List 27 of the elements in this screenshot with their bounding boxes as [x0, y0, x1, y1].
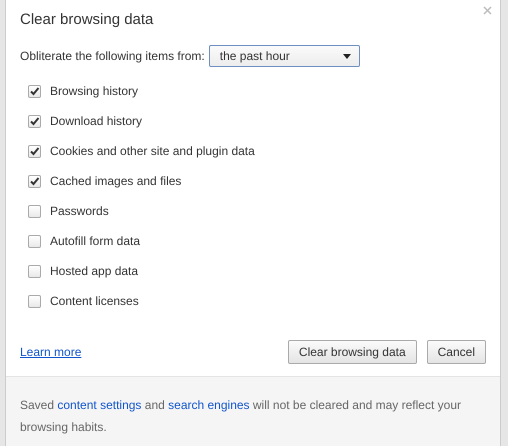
- checkbox[interactable]: [28, 234, 41, 248]
- checkbox[interactable]: [28, 204, 41, 218]
- footer-note: Saved content settings and search engines will not be cleared and may reflect your browsing habits.: [20, 397, 462, 436]
- checkbox-label: Autofill form data: [50, 234, 140, 248]
- close-icon[interactable]: [483, 6, 492, 15]
- checkbox-label: Hosted app data: [50, 264, 138, 278]
- checkbox-label: Browsing history: [50, 84, 138, 98]
- learn-more-link[interactable]: Learn more: [20, 345, 82, 359]
- time-range-dropdown[interactable]: the past hour: [208, 45, 360, 67]
- checkbox[interactable]: [28, 84, 41, 98]
- cancel-button[interactable]: Cancel: [426, 340, 486, 364]
- checkbox-label: Content licenses: [50, 294, 139, 308]
- checkbox-label: Cookies and other site and plugin data: [50, 144, 255, 158]
- dialog-title: Clear browsing data: [20, 11, 154, 28]
- checkbox[interactable]: [28, 294, 41, 308]
- checkbox[interactable]: [28, 174, 41, 188]
- checkbox-label: Passwords: [50, 204, 109, 218]
- checkbox[interactable]: [28, 144, 41, 158]
- checkbox[interactable]: [28, 264, 41, 278]
- settings-link[interactable]: content settings: [57, 398, 142, 412]
- checkbox-label: Cached images and files: [50, 174, 182, 188]
- checkbox-label: Download history: [50, 114, 142, 128]
- caret-icon: [342, 54, 351, 58]
- settings-link[interactable]: search engines: [168, 398, 250, 412]
- clear-button[interactable]: Clear browsing data: [288, 340, 417, 364]
- checkbox[interactable]: [28, 114, 41, 128]
- range-label: Obliterate the following items from:: [20, 49, 205, 63]
